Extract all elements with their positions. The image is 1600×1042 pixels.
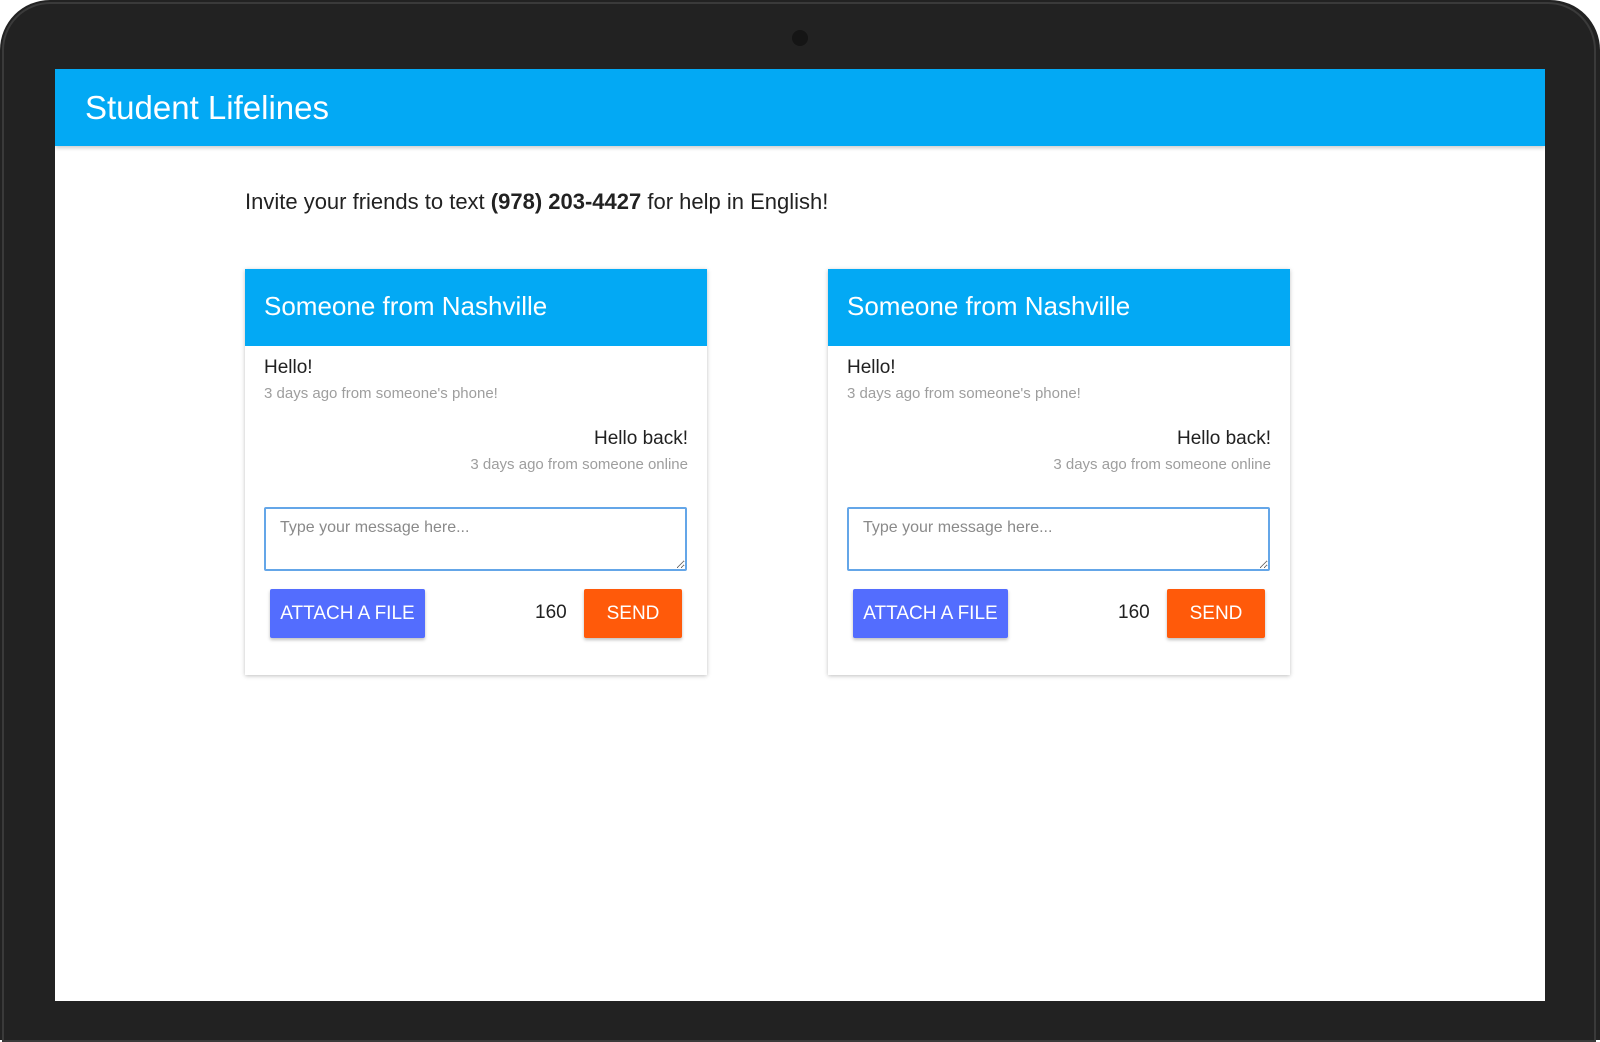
invite-text: Invite your friends to text (978) 203-44… [245, 189, 828, 215]
outgoing-message: Hello back! 3 days ago from someone onli… [1053, 428, 1271, 473]
send-button[interactable]: SEND [1167, 589, 1265, 638]
outgoing-message: Hello back! 3 days ago from someone onli… [470, 428, 688, 473]
conversation-card: Someone from Nashville Hello! 3 days ago… [245, 269, 707, 675]
message-meta: 3 days ago from someone online [470, 456, 688, 473]
message-text: Hello! [847, 357, 896, 378]
app-title: Student Lifelines [85, 89, 330, 126]
character-count: 160 [535, 602, 567, 623]
camera-icon [792, 30, 808, 46]
conversation-title: Someone from Nashville [264, 291, 548, 321]
send-button[interactable]: SEND [584, 589, 682, 638]
conversation-header: Someone from Nashville [828, 269, 1290, 346]
conversation-card: Someone from Nashville Hello! 3 days ago… [828, 269, 1290, 675]
message-meta: 3 days ago from someone's phone! [264, 385, 498, 402]
device-frame: Student Lifelines Invite your friends to… [0, 0, 1600, 1042]
attach-file-button[interactable]: ATTACH A FILE [270, 589, 425, 638]
app-screen: Student Lifelines Invite your friends to… [55, 69, 1545, 1001]
incoming-message: Hello! 3 days ago from someone's phone! [264, 357, 498, 402]
message-text: Hello back! [594, 428, 688, 449]
conversation-header: Someone from Nashville [245, 269, 707, 346]
invite-prefix: Invite your friends to text [245, 189, 491, 214]
invite-phone-number: (978) 203-4427 [490, 189, 642, 214]
message-text: Hello! [264, 357, 313, 378]
message-text: Hello back! [1177, 428, 1271, 449]
app-bar: Student Lifelines [55, 69, 1545, 146]
message-input[interactable] [847, 507, 1270, 571]
message-meta: 3 days ago from someone online [1053, 456, 1271, 473]
character-count: 160 [1118, 602, 1150, 623]
attach-file-button[interactable]: ATTACH A FILE [853, 589, 1008, 638]
message-input[interactable] [264, 507, 687, 571]
conversation-title: Someone from Nashville [847, 291, 1131, 321]
invite-suffix: for help in English! [641, 189, 829, 214]
incoming-message: Hello! 3 days ago from someone's phone! [847, 357, 1081, 402]
message-meta: 3 days ago from someone's phone! [847, 385, 1081, 402]
